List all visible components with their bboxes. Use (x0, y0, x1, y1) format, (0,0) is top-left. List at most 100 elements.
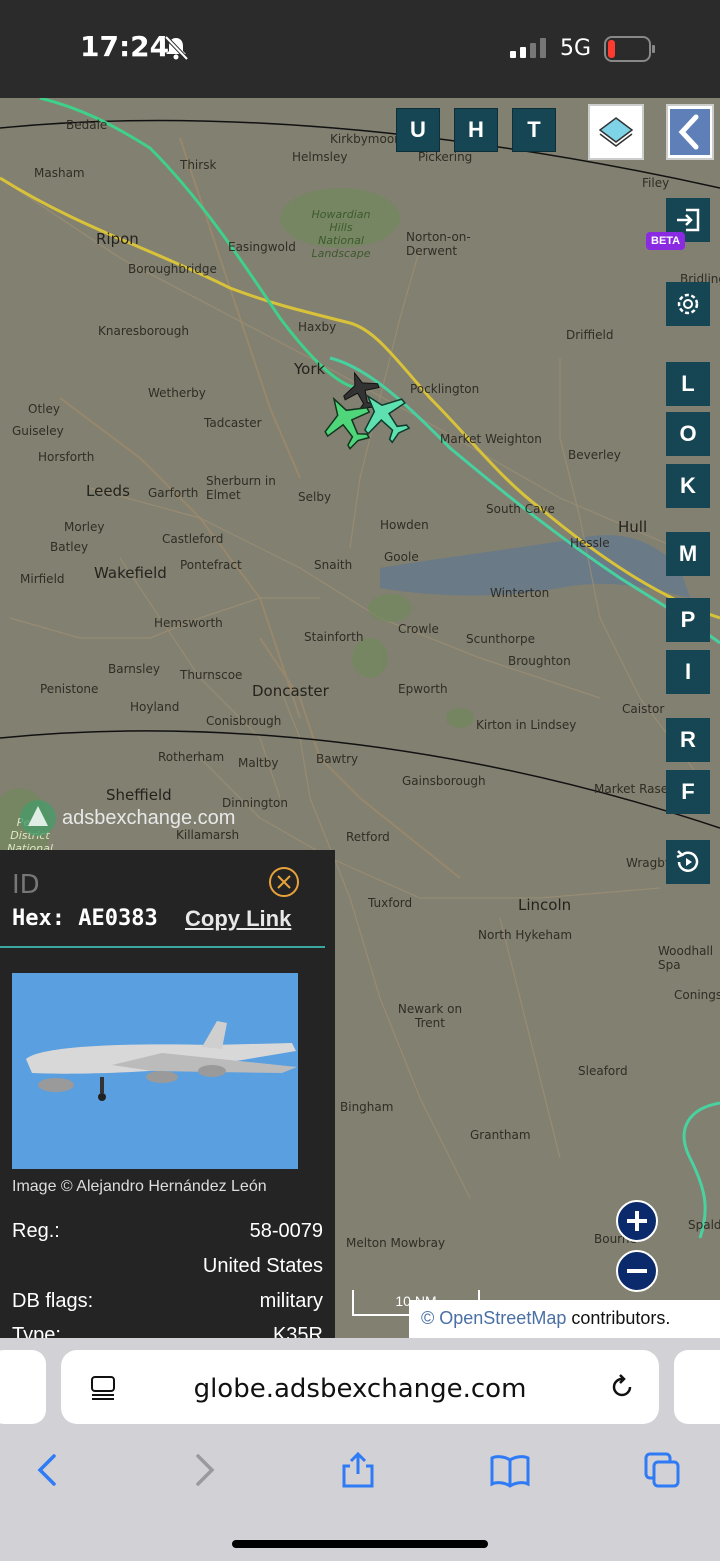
town-label: Garforth (148, 486, 199, 500)
town-label: Norton-on-Derwent (406, 230, 471, 258)
button-p[interactable]: P (666, 598, 710, 642)
next-tab-preview[interactable] (674, 1350, 720, 1424)
photo-credit: Image © Alejandro Hernández León (12, 1178, 267, 1195)
town-label: York (294, 360, 326, 378)
share-icon[interactable] (338, 1450, 378, 1490)
town-label: Market Weighton (440, 432, 542, 446)
replay-icon (676, 850, 699, 872)
town-label: Batley (50, 540, 89, 554)
town-label: Broughton (508, 654, 571, 668)
osm-link[interactable]: © OpenStreetMap (421, 1308, 566, 1328)
town-label: Lincoln (518, 896, 572, 914)
town-label: Bingham (340, 1100, 394, 1114)
park-label: Howardian Hills National Landscape (311, 208, 371, 260)
divider (0, 946, 325, 948)
address-bar-area: globe.adsbexchange.com (0, 1338, 720, 1436)
town-label: Barnsley (108, 662, 160, 676)
town-label: Driffield (566, 328, 614, 342)
adsbexchange-logo-icon (20, 800, 56, 836)
info-value: 58-0079 (249, 1220, 323, 1242)
browser-toolbar (0, 1436, 720, 1561)
town-label: Hull (618, 518, 648, 536)
town-label: Beverley (568, 448, 621, 462)
button-l[interactable]: L (666, 362, 710, 406)
town-label: Melton Mowbray (346, 1236, 446, 1250)
network-label: 5G (560, 36, 592, 61)
town-label: Horsforth (38, 450, 95, 464)
home-indicator (232, 1540, 488, 1548)
town-label: Bedale (66, 118, 108, 132)
town-label: Wakefield (94, 564, 167, 582)
town-label: North Hykeham (478, 928, 573, 942)
town-label: Woodhall Spa (658, 944, 714, 972)
button-o[interactable]: O (666, 412, 710, 456)
town-label: Scunthorpe (466, 632, 536, 646)
town-label: Mirfield (20, 572, 65, 586)
button-r[interactable]: R (666, 718, 710, 762)
replay-button[interactable] (666, 840, 710, 884)
attribution-text: contributors. (566, 1308, 671, 1328)
town-label: Rotherham (158, 750, 225, 764)
back-icon[interactable] (28, 1450, 68, 1490)
town-label: Maltby (238, 756, 279, 770)
copy-link-button[interactable]: Copy Link (185, 906, 291, 932)
tabs-icon[interactable] (642, 1450, 682, 1490)
hex-label: Hex: (12, 906, 65, 931)
button-h[interactable]: H (454, 108, 498, 152)
info-value: military (259, 1290, 323, 1312)
town-label: Masham (34, 166, 85, 180)
town-label: Gainsborough (402, 774, 486, 788)
zoom-out-button[interactable] (616, 1250, 658, 1292)
button-i[interactable]: I (666, 650, 710, 694)
town-label: Otley (28, 402, 60, 416)
button-k[interactable]: K (666, 464, 710, 508)
zoom-in-icon (627, 1211, 647, 1231)
town-label: Stainforth (304, 630, 364, 644)
town-label: Pickering (418, 150, 473, 164)
settings-button[interactable] (666, 282, 710, 326)
town-label: Caistor (622, 702, 665, 716)
town-label: Guiseley (12, 424, 64, 438)
town-label: Boroughbridge (128, 262, 217, 276)
zoom-in-button[interactable] (616, 1200, 658, 1242)
button-f[interactable]: F (666, 770, 710, 814)
reload-icon[interactable] (607, 1372, 637, 1402)
info-key: DB flags: (12, 1290, 94, 1312)
forward-icon[interactable] (184, 1450, 224, 1490)
town-label: Easingwold (228, 240, 296, 254)
bookmarks-icon[interactable] (490, 1450, 530, 1490)
layers-button[interactable] (588, 104, 644, 160)
layers-icon (598, 117, 634, 147)
info-value: United States (202, 1255, 323, 1277)
town-label: Coningsby (674, 988, 720, 1002)
town-label: Tuxford (368, 896, 413, 910)
watermark: adsbexchange.com (18, 798, 235, 838)
town-label: Tadcaster (204, 416, 262, 430)
town-label: Doncaster (252, 682, 329, 700)
collapse-button[interactable] (666, 104, 714, 160)
close-icon[interactable] (268, 866, 300, 898)
town-label: Hemsworth (154, 616, 223, 630)
town-label: Bawtry (316, 752, 359, 766)
button-u[interactable]: U (396, 108, 440, 152)
town-label: Knaresborough (98, 324, 189, 338)
town-label: Market Rasen (594, 782, 676, 796)
town-label: Sherburn in Elmet (206, 474, 276, 502)
url-text[interactable]: globe.adsbexchange.com (61, 1374, 659, 1404)
town-label: Helmsley (292, 150, 348, 164)
button-t[interactable]: T (512, 108, 556, 152)
town-label: Wetherby (148, 386, 206, 400)
info-key: Type: (12, 1324, 61, 1338)
town-label: Castleford (162, 532, 224, 546)
town-label: Newark on Trent (397, 1002, 463, 1030)
town-label: Conisbrough (206, 714, 282, 728)
aircraft-photo[interactable] (12, 973, 298, 1169)
town-label: Spalding (688, 1218, 720, 1232)
login-icon (677, 208, 700, 232)
previous-tab-preview[interactable] (0, 1350, 46, 1424)
aircraft-photo-image (12, 973, 298, 1169)
address-bar[interactable]: globe.adsbexchange.com (61, 1350, 659, 1424)
bell-slash-icon (164, 35, 189, 61)
town-label: Ripon (96, 230, 139, 248)
button-m[interactable]: M (666, 532, 710, 576)
